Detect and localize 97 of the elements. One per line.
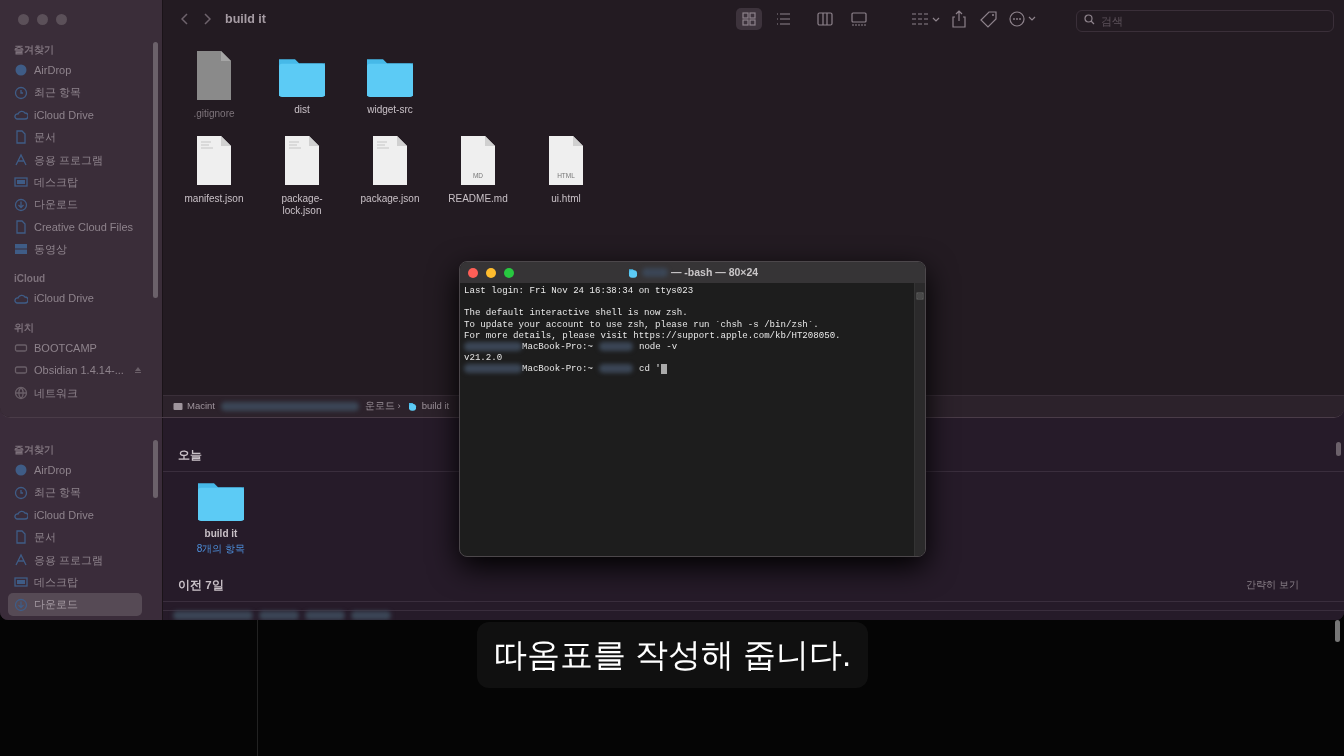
terminal-line: For more details, please visit https://support.apple.com/kb/HT208050. (464, 329, 841, 341)
sidebar-item[interactable]: 최근 항목 (8, 81, 142, 104)
tag-icon[interactable] (978, 10, 1000, 28)
sidebar-item[interactable]: iCloud Drive (8, 287, 142, 310)
file-name: README.md (447, 192, 509, 205)
sidebar-item[interactable]: 네트워크 (8, 381, 142, 405)
sidebar-item[interactable]: 문서 (8, 126, 142, 149)
document-icon (14, 530, 28, 545)
gallery-view-icon (850, 10, 868, 28)
sidebar-item[interactable]: BOOTCAMP (8, 336, 142, 360)
terminal-line: v21.2.0 (464, 352, 503, 364)
sidebar-item[interactable]: 최근 항목 (8, 481, 142, 504)
path-item[interactable]: Macint (187, 399, 215, 414)
sidebar-item[interactable]: AirDrop (8, 459, 142, 482)
globe-icon (14, 385, 28, 400)
blurred-user (598, 364, 633, 374)
blurred-path (351, 611, 391, 620)
path-item[interactable]: build it (421, 399, 450, 414)
blurred-user (464, 342, 522, 352)
sidebar-heading: 즐겨찾기 (13, 43, 55, 57)
document-icon[interactable] (282, 134, 322, 187)
scrollbar-thumb[interactable] (1336, 442, 1341, 456)
download-icon (14, 597, 28, 612)
search-icon (1084, 14, 1095, 25)
section-heading: 오늘 (178, 448, 202, 463)
prompt-host: MacBook-Pro:~ (522, 363, 593, 375)
sidebar-item[interactable]: iCloud Drive (8, 103, 142, 127)
item-count: 8개의 항목 (196, 541, 246, 556)
sidebar-item[interactable]: 다운로드 (8, 193, 142, 216)
columns-view-icon (816, 10, 834, 28)
document-icon[interactable] (194, 134, 234, 187)
document-icon (14, 219, 28, 234)
eject-icon[interactable] (133, 366, 142, 375)
terminal-line: Last login: Fri Nov 24 16:38:34 on ttys023 (464, 285, 694, 297)
list-view-icon (774, 10, 792, 28)
window-control-button[interactable] (468, 267, 478, 278)
sidebar-heading: 위치 (13, 320, 35, 335)
terminal-line: To update your account to use zsh, please run `chsh -s /bin/zsh`. (464, 318, 819, 330)
download-icon (14, 197, 28, 212)
blurred-user (598, 342, 633, 352)
grid-view-button[interactable] (736, 8, 762, 30)
file-name: .gitignore (192, 108, 236, 121)
sidebar-item[interactable]: 데스크탑 (8, 170, 142, 194)
group-by-icon[interactable] (910, 10, 940, 28)
sidebar-item[interactable]: 다운로드 (8, 593, 142, 616)
sidebar-item[interactable]: 응용 프로그램 (8, 548, 142, 571)
prompt-host: MacBook-Pro:~ (522, 340, 593, 353)
file-name: ui.html (550, 192, 582, 205)
window-control-button[interactable] (486, 267, 496, 278)
file-name: widget-src (366, 104, 414, 117)
show-less-link[interactable]: 간략히 보기 (1246, 576, 1329, 594)
sidebar-item[interactable]: 문서 (8, 526, 142, 549)
blurred-path (305, 611, 345, 620)
scrollbar-thumb[interactable] (153, 42, 158, 298)
file-name: package-lock.json (280, 192, 324, 218)
sidebar-heading: iCloud (13, 271, 47, 286)
sidebar-item[interactable]: iCloud Drive (8, 503, 142, 527)
sidebar-item[interactable]: Creative Cloud Files (8, 215, 142, 239)
scrollbar-thumb[interactable] (153, 440, 158, 498)
document-icon (14, 130, 28, 145)
path-item[interactable]: 운로드 › (365, 399, 401, 414)
sidebar-item[interactable]: 데스크탑 (8, 570, 142, 594)
video-icon (14, 242, 28, 257)
blurred-name (641, 268, 668, 277)
subtitle-caption: 따옴표를 작성해 줍니다. (477, 622, 868, 688)
file-name: manifest.json (183, 192, 245, 205)
sidebar-item[interactable]: Obsidian 1.4.14-... (8, 359, 142, 382)
desktop-icon (14, 575, 28, 590)
clock-icon (14, 485, 28, 500)
command-text: node -v (638, 340, 678, 353)
window-title: build it (225, 10, 266, 28)
desktop-icon (14, 175, 28, 190)
command-text: cd ' (638, 363, 661, 375)
document-icon[interactable] (194, 50, 234, 102)
blurred-path (259, 611, 299, 620)
blurred-user (464, 364, 522, 374)
apps-icon (14, 152, 28, 167)
document-icon[interactable] (370, 134, 410, 187)
window-title: — -bash — 80×24 (670, 264, 759, 280)
sidebar-item[interactable]: 응용 프로그램 (8, 148, 142, 171)
sidebar-item[interactable]: AirDrop (8, 59, 142, 82)
section-heading: 이전 7일 (178, 577, 224, 593)
terminal-line: The default interactive shell is now zsh. (464, 307, 688, 319)
window-control-button[interactable] (504, 267, 514, 278)
more-icon[interactable] (1008, 10, 1038, 28)
grid-view-icon (740, 10, 758, 28)
file-name: dist (293, 104, 311, 117)
scrollbar-thumb[interactable] (1335, 620, 1340, 642)
file-name: package.json (359, 192, 421, 205)
sidebar-item[interactable]: 동영상 (8, 238, 142, 261)
sidebar-heading: 즐겨찾기 (13, 443, 55, 457)
scroll-marker-icon[interactable] (916, 291, 924, 300)
back-icon[interactable] (181, 13, 189, 25)
clock-icon (14, 85, 28, 100)
forward-icon[interactable] (203, 13, 211, 25)
folder-name: build it (203, 528, 239, 541)
apps-icon (14, 552, 28, 567)
